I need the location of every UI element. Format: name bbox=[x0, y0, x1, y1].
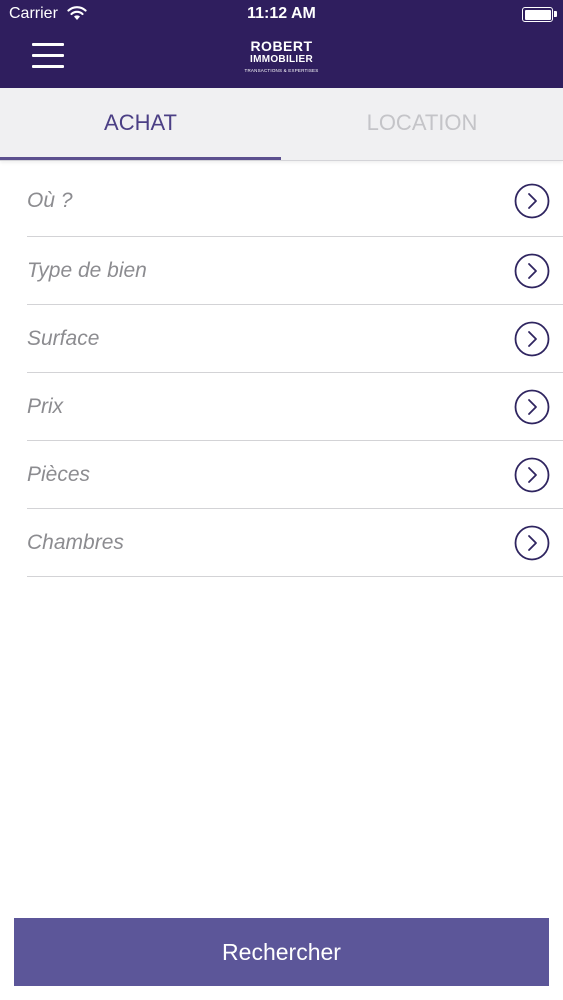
chevron-right-icon bbox=[514, 525, 550, 560]
active-tab-indicator bbox=[0, 157, 281, 160]
filter-label: Où ? bbox=[27, 189, 73, 212]
filter-label: Pièces bbox=[27, 462, 91, 486]
filter-row-location[interactable]: Où ? bbox=[27, 166, 563, 237]
filter-label: Type de bien bbox=[27, 258, 147, 282]
app-header: Carrier 11:12 AM ROBERT IMMOBILIER TRANS… bbox=[0, 0, 563, 88]
tab-achat[interactable]: ACHAT bbox=[0, 88, 281, 160]
chevron-right-icon bbox=[514, 321, 550, 356]
status-bar: Carrier 11:12 AM bbox=[0, 0, 563, 30]
filter-row-price[interactable]: Prix bbox=[27, 373, 563, 441]
chevron-right-icon bbox=[514, 457, 550, 492]
logo-title: ROBERT bbox=[250, 38, 313, 54]
clock: 11:12 AM bbox=[247, 5, 316, 22]
filter-label: Prix bbox=[27, 394, 64, 418]
filter-row-rooms[interactable]: Pièces bbox=[27, 441, 563, 509]
chevron-right-icon bbox=[514, 253, 550, 288]
filter-list: Où ? Type de bien Surface Prix Pièces Ch… bbox=[27, 166, 563, 577]
logo-tagline: TRANSACTIONS & EXPERTISES bbox=[244, 68, 319, 73]
filter-row-property-type[interactable]: Type de bien bbox=[27, 237, 563, 305]
search-button[interactable]: Rechercher bbox=[14, 918, 549, 986]
brand-logo: ROBERT IMMOBILIER TRANSACTIONS & EXPERTI… bbox=[0, 39, 563, 75]
filter-label: Chambres bbox=[27, 530, 124, 554]
battery-tip bbox=[554, 11, 557, 17]
filter-row-surface[interactable]: Surface bbox=[27, 305, 563, 373]
tab-location[interactable]: LOCATION bbox=[281, 88, 563, 160]
logo-subtitle: IMMOBILIER bbox=[250, 54, 313, 65]
chevron-right-icon bbox=[514, 183, 550, 219]
filter-label: Surface bbox=[27, 326, 100, 350]
filter-row-bedrooms[interactable]: Chambres bbox=[27, 509, 563, 577]
battery-icon bbox=[522, 7, 553, 22]
tab-bar: ACHAT LOCATION bbox=[0, 88, 563, 161]
chevron-right-icon bbox=[514, 389, 550, 424]
